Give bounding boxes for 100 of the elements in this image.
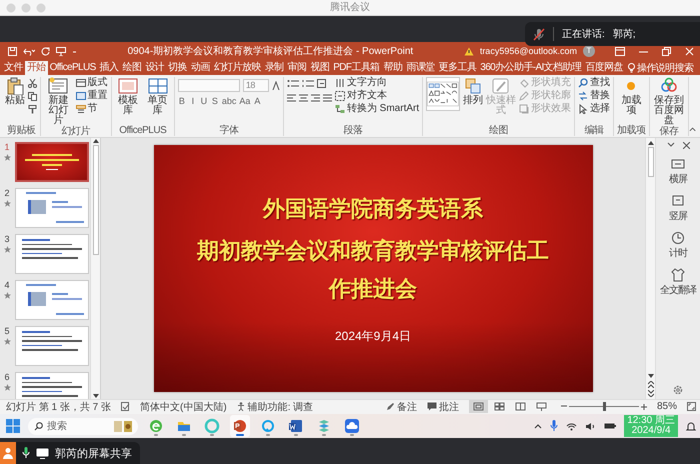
format-button[interactable]: Aa [239, 96, 250, 106]
select-button[interactable]: 选择 [578, 103, 610, 114]
notes-button[interactable]: 备注 [396, 400, 417, 414]
zoom-level[interactable]: 85% [656, 401, 677, 412]
ribbon-tab[interactable]: 更多工具 [436, 61, 478, 75]
ribbon-tab[interactable]: PDF工具箱 [331, 61, 382, 75]
ribbon-tab[interactable]: 幻灯片放映 [212, 61, 263, 75]
format-button[interactable]: B [178, 96, 186, 106]
numbering-icon[interactable] [302, 79, 314, 88]
slide-thumbnail[interactable] [15, 234, 89, 274]
normal-view-button[interactable] [468, 400, 488, 413]
ribbon-tab[interactable]: 360办公助手-AI文档助理 [478, 61, 584, 75]
paste-button[interactable]: 粘贴 [5, 77, 25, 106]
screen-share-icon[interactable] [36, 448, 49, 458]
format-button[interactable]: A [253, 96, 262, 106]
restore-icon[interactable] [662, 46, 671, 56]
align-center-icon[interactable] [298, 94, 308, 103]
ribbon-display-icon[interactable] [615, 46, 625, 56]
scrollbar[interactable] [645, 138, 655, 399]
next-slide-icon[interactable] [648, 390, 654, 397]
wifi-icon[interactable] [566, 422, 578, 430]
arrange-button[interactable]: 排列 [462, 77, 483, 106]
user-avatar[interactable]: T [583, 45, 595, 57]
text-direction-button[interactable]: 文字方向 [334, 77, 420, 88]
font-name-field[interactable] [178, 79, 240, 92]
search-field[interactable]: 搜索 [28, 418, 138, 434]
copy-icon[interactable] [28, 92, 37, 101]
slide-thumbnail[interactable] [15, 280, 89, 320]
slide-thumbnail[interactable] [15, 326, 89, 366]
scrollbar-thumb[interactable] [648, 147, 654, 177]
scroll-up-icon[interactable] [648, 140, 654, 145]
comments-button[interactable]: 批注 [438, 400, 459, 414]
side-panel-button[interactable]: 竖屏 [669, 194, 687, 223]
align-right-icon[interactable] [310, 94, 320, 103]
bullets-icon[interactable] [286, 79, 299, 88]
layout-button[interactable]: 版式 [76, 77, 108, 88]
spell-check-icon[interactable] [121, 402, 130, 411]
ribbon-tab[interactable]: 设计 [143, 61, 166, 75]
accessibility-status[interactable]: 辅助功能: 调查 [248, 400, 314, 414]
undo-icon[interactable] [23, 46, 35, 56]
scrollbar[interactable] [90, 138, 100, 399]
add-ins-button[interactable]: 加载项 [617, 77, 646, 116]
side-panel-button[interactable]: 计时 [669, 231, 687, 260]
smartart-button[interactable]: 转换为 SmartArt [334, 103, 420, 114]
ribbon-tab[interactable]: 开始 [24, 61, 48, 75]
presentation-icon[interactable] [56, 46, 66, 56]
fit-slide-icon[interactable] [687, 402, 696, 411]
minus-icon[interactable] [560, 403, 567, 409]
chevron-down-icon[interactable] [666, 142, 674, 148]
zoom-slider-thumb[interactable] [602, 402, 606, 411]
collapse-ribbon-icon[interactable] [688, 126, 696, 132]
ribbon-tab[interactable]: 动画 [188, 61, 212, 75]
previous-slide-icon[interactable] [648, 381, 654, 388]
side-panel-button[interactable]: 横屏 [669, 157, 687, 186]
microphone-icon[interactable] [22, 447, 30, 459]
ribbon-tab[interactable]: 录制 [262, 61, 286, 75]
format-button[interactable]: U [200, 96, 208, 106]
show-hidden-icons-icon[interactable] [534, 423, 542, 429]
font-size-field[interactable]: 18 [242, 79, 269, 92]
language-indicator[interactable]: 简体中文(中国大陆) [140, 400, 227, 414]
settings-icon[interactable] [673, 385, 683, 395]
close-icon[interactable] [682, 142, 690, 149]
single-page-library-button[interactable]: 单页库 [144, 77, 171, 116]
section-button[interactable]: 节 [76, 103, 108, 114]
format-button[interactable]: S [210, 96, 219, 106]
slide-thumbnail[interactable] [15, 142, 89, 182]
scrollbar-thumb[interactable] [92, 145, 98, 255]
ribbon-tab[interactable]: OfficePLUS [48, 61, 98, 75]
new-slide-button[interactable]: 新建幻灯片 [44, 77, 73, 126]
side-panel-button[interactable]: 全文翻译 [660, 268, 696, 297]
tell-me-search[interactable]: 操作说明搜索 [636, 61, 694, 75]
start-icon[interactable] [6, 419, 20, 433]
redo-icon[interactable] [41, 46, 50, 56]
reset-button[interactable]: 重置 [76, 90, 108, 101]
ribbon-tab[interactable]: 视图 [308, 61, 332, 75]
ribbon-tab[interactable]: 帮助 [382, 61, 404, 75]
scissors-icon[interactable] [28, 79, 37, 88]
replace-button[interactable]: 替换 [578, 90, 610, 101]
align-left-icon[interactable] [286, 94, 296, 103]
plus-icon[interactable] [640, 404, 647, 410]
taskbar-app[interactable] [230, 415, 250, 437]
template-library-button[interactable]: 模板库 [114, 77, 142, 116]
format-button[interactable]: abc [222, 96, 236, 106]
format-painter-icon[interactable] [28, 105, 37, 114]
find-button[interactable]: 查找 [578, 77, 610, 88]
ribbon-tab[interactable]: 雨课堂 [404, 61, 437, 75]
ribbon-tab[interactable]: 切换 [166, 61, 189, 75]
format-button[interactable]: I [188, 96, 197, 106]
slide-thumbnail[interactable] [15, 188, 89, 228]
ribbon-tab[interactable]: 审阅 [286, 61, 308, 75]
ribbon-tab[interactable]: 绘图 [120, 61, 144, 75]
ribbon-tab[interactable]: 百度网盘 [583, 61, 625, 75]
ribbon-tab[interactable]: 文件 [2, 61, 25, 75]
battery-icon[interactable] [604, 422, 616, 430]
save-icon[interactable] [8, 46, 17, 56]
scroll-down-icon[interactable] [648, 374, 654, 379]
cloud-save-button[interactable]: 保存到百度网盘 [652, 77, 685, 126]
align-text-button[interactable]: 对齐文本 [334, 90, 420, 101]
account-email[interactable]: tracy5956@outlook.com [480, 46, 577, 56]
justify-icon[interactable] [322, 94, 332, 103]
